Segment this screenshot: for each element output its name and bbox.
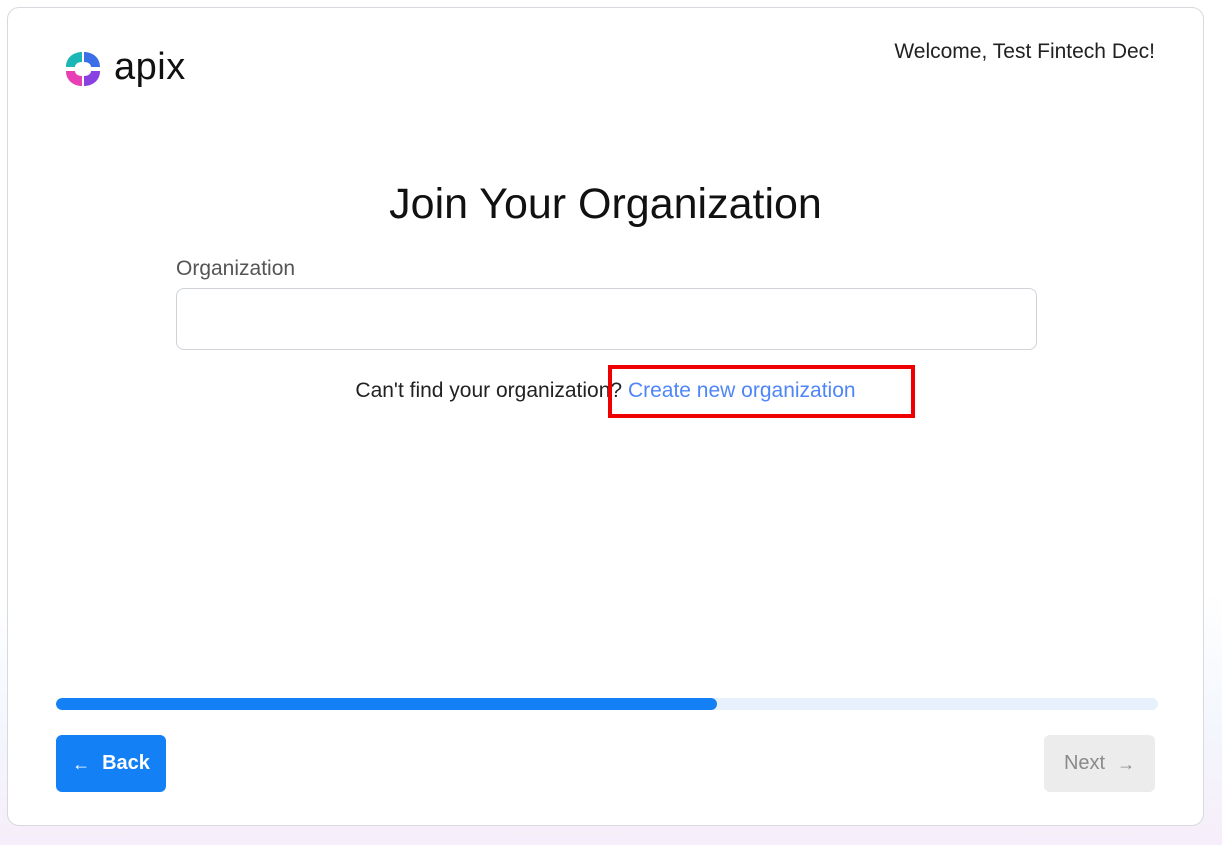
arrow-right-icon: →	[1117, 753, 1136, 774]
organization-input[interactable]	[176, 288, 1037, 350]
welcome-message: Welcome, Test Fintech Dec!	[894, 40, 1155, 63]
page-title: Join Your Organization	[389, 180, 822, 228]
next-button[interactable]: Next →	[1044, 735, 1155, 792]
arrow-left-icon: ←	[72, 753, 91, 774]
back-button[interactable]: ← Back	[56, 735, 166, 792]
organization-label: Organization	[176, 257, 296, 280]
back-label: Back	[102, 752, 150, 774]
helper-text: Can't find your organization?	[355, 379, 623, 402]
progress-bar	[56, 698, 1158, 710]
progress-fill	[56, 698, 718, 710]
brand-logo: apix	[60, 46, 186, 89]
apix-logo-icon	[66, 52, 100, 86]
create-organization-link[interactable]: Create new organization	[628, 379, 856, 402]
helper-row: Can't find your organization? Create new…	[8, 379, 1203, 403]
next-label: Next	[1063, 752, 1106, 774]
brand-name: apix	[114, 46, 186, 88]
onboarding-card: apix Welcome, Test Fintech Dec! Join You…	[7, 7, 1204, 826]
